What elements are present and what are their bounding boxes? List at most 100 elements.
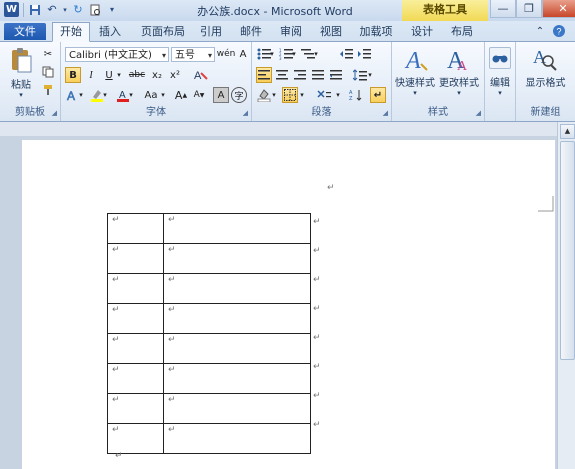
restore-icon[interactable]: ❐ [516,0,542,18]
change-styles-dropdown-icon[interactable]: ▾ [454,88,464,98]
table-cell[interactable]: ↵ [107,303,164,334]
tab-mailings[interactable]: 邮件 [236,23,266,40]
tab-table-layout[interactable]: 布局 [446,23,478,40]
table-cell[interactable]: ↵ [107,213,164,244]
table-cell[interactable]: ↵ [107,333,164,364]
change-styles-icon[interactable]: AA [444,45,472,73]
scroll-up-icon[interactable]: ▲ [560,124,575,139]
change-case-button[interactable]: Aa [141,87,161,103]
decrease-indent-icon[interactable] [338,46,354,62]
phonetic-guide-icon[interactable]: wén [217,46,236,62]
show-format-label[interactable]: 显示格式 [516,74,575,89]
tab-table-design[interactable]: 设计 [406,23,438,40]
table-cell[interactable]: ↵ [163,333,311,364]
show-paragraph-marks-button[interactable]: ↵ [370,87,386,103]
table-cell[interactable]: ↵ [163,303,311,334]
enclose-characters-button[interactable]: 字 [231,87,247,103]
change-styles-label[interactable]: 更改样式 [436,74,482,89]
font-color-dropdown-icon[interactable]: ▾ [127,87,135,103]
paragraph-launcher-icon[interactable]: ◢ [383,109,388,117]
font-size-combo[interactable]: 五号 ▾ [171,47,215,62]
save-icon[interactable] [28,3,42,17]
quick-styles-icon[interactable]: A [402,45,430,73]
find-binoculars-icon[interactable] [489,47,511,69]
tab-add-ins[interactable]: 加载项 [354,23,398,40]
grow-font-button[interactable]: A ▲ [173,87,189,103]
edit-label[interactable]: 编辑 [485,74,515,89]
minimize-ribbon-icon[interactable]: ⌃ [533,24,547,38]
clipboard-launcher-icon[interactable]: ◢ [52,109,57,117]
tab-file[interactable]: 文件 [4,23,46,40]
vertical-scrollbar[interactable]: ▲ [557,122,575,469]
print-preview-icon[interactable] [88,3,102,17]
increase-indent-icon[interactable] [356,46,372,62]
scroll-thumb[interactable] [560,141,575,360]
table-cell[interactable]: ↵ [107,273,164,304]
tab-review[interactable]: 审阅 [276,23,306,40]
paste-icon[interactable] [8,46,34,74]
table-cell[interactable]: ↵ [107,393,164,424]
multilevel-dropdown-icon[interactable]: ▾ [312,46,320,62]
underline-dropdown-icon[interactable]: ▾ [115,67,123,83]
redo-icon[interactable]: ↻ [71,3,85,17]
word-app-icon[interactable]: W [4,2,19,17]
minimize-icon[interactable]: — [490,0,516,18]
chinese-layout-icon[interactable] [314,87,334,103]
table-cell[interactable]: ↵ [107,423,164,454]
format-painter-icon[interactable] [40,82,56,98]
paste-label[interactable]: 粘贴 [4,76,38,91]
tab-home[interactable]: 开始 [52,22,90,42]
undo-icon[interactable]: ↶ [45,3,59,17]
quick-styles-label[interactable]: 快速样式 [392,74,438,89]
font-size-dropdown-icon[interactable]: ▾ [208,48,212,63]
line-spacing-dropdown-icon[interactable]: ▾ [366,67,374,83]
shrink-font-button[interactable]: A ▼ [191,87,207,103]
text-effects-dropdown-icon[interactable]: ▾ [77,87,85,103]
italic-button[interactable]: I [83,67,99,83]
clear-format-icon[interactable]: A [235,46,251,62]
table-cell[interactable]: ↵ [163,363,311,394]
align-center-button[interactable] [274,67,290,83]
table-cell[interactable]: ↵ [163,423,311,454]
strikethrough-button[interactable]: abc [127,67,147,83]
show-format-icon[interactable]: A [530,44,558,72]
clear-formatting-icon[interactable]: A [191,66,209,84]
sort-icon[interactable]: AZ [348,87,364,103]
font-name-combo[interactable]: Calibri (中文正文) ▾ [65,47,169,62]
shading-dropdown-icon[interactable]: ▾ [270,87,278,103]
align-left-button[interactable] [256,67,272,83]
copy-icon[interactable] [40,64,56,80]
subscript-button[interactable]: x₂ [149,67,165,83]
align-right-button[interactable] [292,67,308,83]
superscript-button[interactable]: x² [167,67,183,83]
table-cell[interactable]: ↵ [163,243,311,274]
table-cell[interactable]: ↵ [107,363,164,394]
tab-view[interactable]: 视图 [316,23,346,40]
styles-launcher-icon[interactable]: ◢ [476,109,481,117]
cut-icon[interactable]: ✂ [40,46,56,62]
customize-qat-icon[interactable]: ▾ [105,3,119,17]
change-case-dropdown-icon[interactable]: ▾ [159,87,167,103]
justify-button[interactable] [310,67,326,83]
table-cell[interactable]: ↵ [107,243,164,274]
edit-dropdown-icon[interactable]: ▾ [495,88,505,98]
tab-insert[interactable]: 插入 [94,23,126,40]
font-launcher-icon[interactable]: ◢ [243,109,248,117]
distributed-align-button[interactable] [328,67,344,83]
table-cell[interactable]: ↵ [163,393,311,424]
character-shading-button[interactable]: A [213,87,229,103]
bullets-dropdown-icon[interactable]: ▾ [268,46,276,62]
paragraph-mark[interactable]: ↵ [115,451,123,461]
borders-button[interactable] [282,87,298,103]
paste-dropdown-icon[interactable]: ▾ [16,90,26,100]
numbering-dropdown-icon[interactable]: ▾ [290,46,298,62]
help-icon[interactable]: ? [551,23,567,39]
bold-button[interactable]: B [65,67,81,83]
quick-styles-dropdown-icon[interactable]: ▾ [410,88,420,98]
tab-references[interactable]: 引用 [196,23,226,40]
borders-dropdown-icon[interactable]: ▾ [298,87,306,103]
highlight-dropdown-icon[interactable]: ▾ [101,87,109,103]
tab-page-layout[interactable]: 页面布局 [138,23,188,40]
table-cell[interactable]: ↵ [163,213,311,244]
font-name-dropdown-icon[interactable]: ▾ [162,48,166,63]
